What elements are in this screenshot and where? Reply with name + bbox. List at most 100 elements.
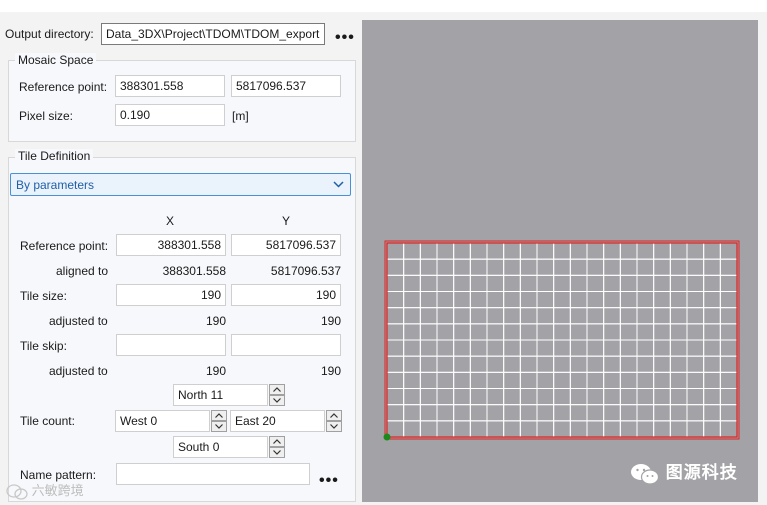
south-spin-buttons <box>269 436 285 458</box>
tile-cell <box>503 323 521 341</box>
tile-cell <box>386 323 405 341</box>
tile-cell <box>703 323 721 341</box>
tile-preview-viewport[interactable]: 图源科技 <box>362 20 758 502</box>
wechat-logo-icon <box>631 463 660 485</box>
tile-cell <box>553 291 571 309</box>
output-directory-input[interactable]: Data_3DX\Project\TDOM\TDOM_export <box>101 23 325 45</box>
tile-cell <box>536 404 555 422</box>
tile-cell <box>653 420 671 438</box>
west-decrement-button[interactable] <box>211 421 227 432</box>
tile-size-y-input[interactable]: 190 <box>231 284 341 306</box>
tile-cell <box>619 307 638 325</box>
tile-mode-dropdown[interactable]: By parameters <box>10 173 351 196</box>
tile-cell <box>686 404 705 422</box>
tile-cell <box>603 323 621 341</box>
tile-cell <box>653 242 671 260</box>
tile-cell <box>469 420 488 438</box>
tile-cell <box>419 323 438 341</box>
tile-size-x-input[interactable]: 190 <box>116 284 226 306</box>
tile-cell <box>686 388 705 406</box>
tile-ref-label: Reference point: <box>20 239 109 253</box>
skip-adjusted-label: adjusted to <box>49 364 108 378</box>
tile-ref-y-input[interactable]: 5817096.537 <box>231 234 341 256</box>
tile-cell <box>436 323 455 341</box>
tile-cell <box>719 388 738 406</box>
tile-cell <box>669 307 688 325</box>
tile-cell <box>569 274 588 292</box>
left-watermark-text: 六敏跨境 <box>31 483 84 498</box>
tile-cell <box>653 388 671 406</box>
chevron-down-icon <box>330 424 338 429</box>
west-increment-button[interactable] <box>211 410 227 421</box>
name-pattern-browse-button[interactable]: ••• <box>319 473 339 489</box>
pixel-unit-label: [m] <box>232 109 249 123</box>
north-increment-button[interactable] <box>269 384 285 395</box>
south-count-spinner[interactable]: South 0 <box>173 436 285 458</box>
tile-cell <box>669 404 688 422</box>
tile-cell <box>453 274 471 292</box>
mosaic-ref-y-input[interactable]: 5817096.537 <box>231 75 341 97</box>
tile-cell <box>436 307 455 325</box>
tile-cell <box>519 258 538 276</box>
tile-cell <box>586 355 605 373</box>
east-increment-button[interactable] <box>326 410 342 421</box>
south-increment-button[interactable] <box>269 436 285 447</box>
tile-cell <box>453 291 471 309</box>
tile-cell <box>453 258 471 276</box>
tile-cell <box>553 339 571 357</box>
east-spin-buttons <box>326 410 342 432</box>
east-count-input[interactable]: East 20 <box>230 410 325 432</box>
tile-grid <box>383 240 740 441</box>
tile-cell <box>519 388 538 406</box>
north-count-spinner[interactable]: North 11 <box>173 384 285 406</box>
tile-cell <box>453 388 471 406</box>
tile-cell <box>553 404 571 422</box>
tile-cell <box>603 371 621 390</box>
tile-skip-y-input[interactable] <box>231 334 341 356</box>
tile-cell <box>653 307 671 325</box>
south-count-input[interactable]: South 0 <box>173 436 268 458</box>
west-count-spinner[interactable]: West 0 <box>115 410 227 432</box>
tile-cell <box>569 388 588 406</box>
west-count-input[interactable]: West 0 <box>115 410 210 432</box>
tile-cell <box>503 388 521 406</box>
tile-cell <box>619 404 638 422</box>
tile-cell <box>453 371 471 390</box>
pixel-size-input[interactable]: 0.190 <box>115 104 225 126</box>
tile-cell <box>486 371 505 390</box>
tile-cell <box>536 371 555 390</box>
south-decrement-button[interactable] <box>269 447 285 458</box>
tile-cell <box>686 323 705 341</box>
chevron-up-icon <box>273 387 281 392</box>
tile-cell <box>519 339 538 357</box>
tile-cell <box>536 420 555 438</box>
tile-ref-x-input[interactable]: 388301.558 <box>116 234 226 256</box>
east-decrement-button[interactable] <box>326 421 342 432</box>
tile-cell <box>569 404 588 422</box>
tile-cell <box>469 371 488 390</box>
tile-cell <box>586 323 605 341</box>
tile-skip-x-input[interactable] <box>116 334 226 356</box>
tile-cell <box>536 307 555 325</box>
tile-cell <box>453 339 471 357</box>
chevron-up-icon <box>330 413 338 418</box>
north-count-input[interactable]: North 11 <box>173 384 268 406</box>
tile-cell <box>419 371 438 390</box>
tile-cell <box>603 274 621 292</box>
tile-cell <box>686 420 705 438</box>
tile-cell <box>386 388 405 406</box>
output-browse-button[interactable]: ••• <box>335 30 355 46</box>
tile-cell <box>703 258 721 276</box>
tile-cell <box>669 323 688 341</box>
mosaic-ref-x-input[interactable]: 388301.558 <box>115 75 225 97</box>
aligned-y-value: 5817096.537 <box>270 264 341 278</box>
name-pattern-input[interactable] <box>116 463 310 485</box>
tile-cell <box>619 388 638 406</box>
tile-cell <box>719 323 738 341</box>
north-decrement-button[interactable] <box>269 395 285 406</box>
tile-cell <box>419 388 438 406</box>
east-count-spinner[interactable]: East 20 <box>230 410 342 432</box>
chevron-down-icon <box>215 424 223 429</box>
tile-cell <box>569 420 588 438</box>
tile-cell <box>719 274 738 292</box>
